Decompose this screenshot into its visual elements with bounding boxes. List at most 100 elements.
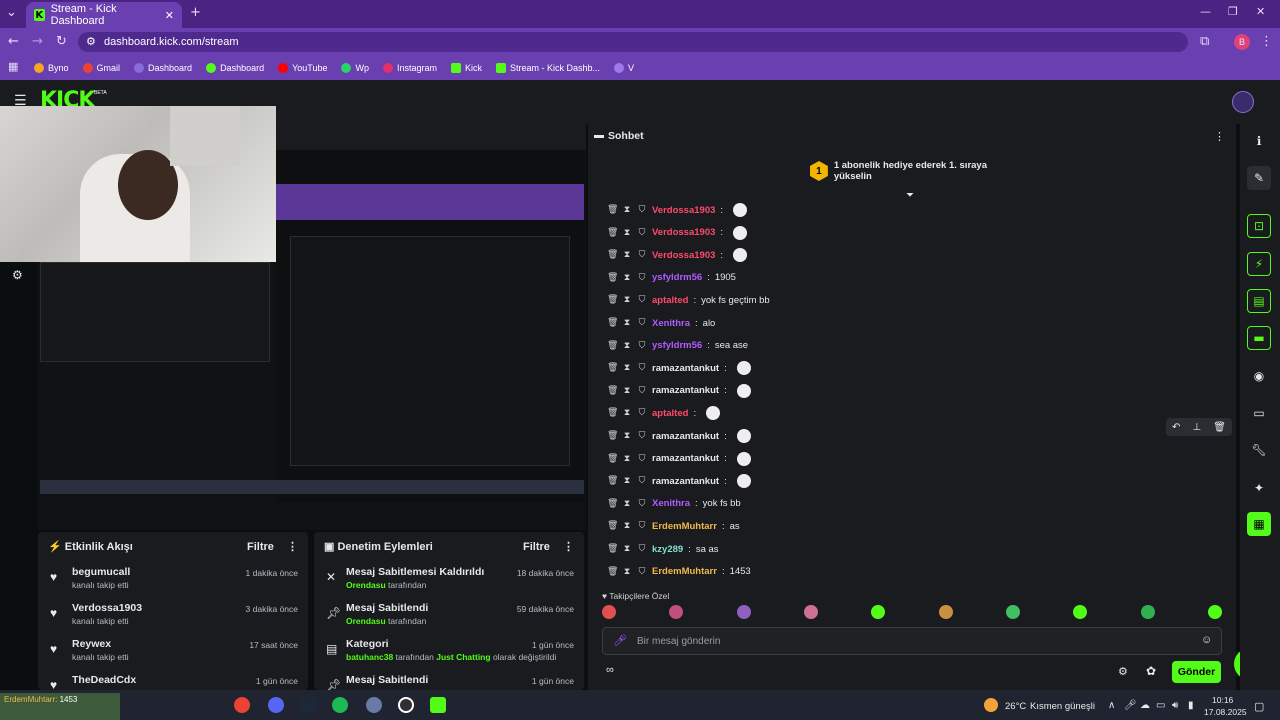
app-taskbar-icon[interactable] [366,697,382,713]
chat-username[interactable]: Xenithra [652,498,690,509]
notification-icon[interactable]: ▢ [1254,700,1264,713]
timeout-icon[interactable]: ⧗ [622,567,632,577]
ban-icon[interactable]: ⛉ [637,408,647,418]
timeout-icon[interactable]: ⧗ [622,205,632,215]
chat-message[interactable]: 🗑︎ ⧗ ⛉ Xenithra: alo [607,315,715,331]
pin-message-icon[interactable]: ⊥ [1192,422,1201,433]
chat-username[interactable]: Xenithra [652,318,690,329]
ban-icon[interactable]: ⛉ [637,295,647,305]
chat-message[interactable]: 🗑︎ ⧗ ⛉ ramazantankut: [607,360,751,376]
window-close-icon[interactable]: ✕ [1256,5,1265,18]
chat-username[interactable]: ramazantankut [652,385,719,396]
collapse-icon[interactable]: ⏷ [906,190,914,201]
chat-message[interactable]: 🗑︎ ⧗ ⛉ Verdossa1903: [607,225,748,241]
chat-username[interactable]: ErdemMuhtarr [652,521,717,532]
chat-more-icon[interactable]: ⋮ [1214,130,1225,143]
timeout-icon[interactable]: ⧗ [622,431,632,441]
minimize-icon[interactable]: — [1200,5,1211,18]
forward-icon[interactable]: → [32,34,43,49]
discord-taskbar-icon[interactable] [268,697,284,713]
infinity-icon[interactable]: ∞ [606,664,614,676]
emote[interactable] [602,605,616,619]
browser-tab[interactable]: K Stream - Kick Dashboard ✕ [26,2,182,28]
cloud-tray-icon[interactable]: ☁ [1140,700,1150,711]
chat-input[interactable]: 🎤︎ Bir mesaj gönderin ☺ [602,627,1222,655]
timeout-icon[interactable]: ⧗ [622,228,632,238]
delete-icon[interactable]: 🗑︎ [607,228,618,238]
ban-icon[interactable]: ⛉ [637,250,647,260]
timeout-icon[interactable]: ⧗ [622,341,632,351]
chat-username[interactable]: ramazantankut [652,453,719,464]
bookmark-youtube[interactable]: YouTube [278,63,327,73]
delete-icon[interactable]: 🗑︎ [607,454,618,464]
ban-icon[interactable]: ⛉ [637,476,647,486]
timeout-icon[interactable]: ⧗ [622,295,632,305]
mic-icon[interactable]: 🎤︎ [613,634,627,647]
chat-message[interactable]: 🗑︎ ⧗ ⛉ ramazantankut: [607,428,751,444]
bookmark-instagram[interactable]: Instagram [382,63,437,73]
site-info-icon[interactable]: ⚙ [86,35,96,48]
ban-icon[interactable]: ⛉ [637,318,647,328]
steam-taskbar-icon[interactable] [300,697,316,713]
timeout-icon[interactable]: ⧗ [622,386,632,396]
chat-username[interactable]: aptalted [652,408,688,419]
tab-search-icon[interactable]: ⌄ [6,5,17,20]
delete-icon[interactable]: 🗑︎ [607,250,618,260]
timeout-icon[interactable]: ⧗ [622,476,632,486]
chat-message[interactable]: 🗑︎ ⧗ ⛉ ramazantankut: [607,451,751,467]
broadcast-icon[interactable]: ◉ [1247,364,1271,388]
delete-icon[interactable]: 🗑︎ [607,499,618,509]
chat-username[interactable]: kzy289 [652,544,683,555]
delete-icon[interactable]: 🗑︎ [607,544,618,554]
delete-message-icon[interactable]: 🗑︎ [1213,422,1226,433]
layers-icon[interactable]: ▭ [1247,401,1271,425]
emote[interactable] [871,605,886,619]
delete-icon[interactable]: 🗑︎ [607,521,618,531]
timeout-icon[interactable]: ⧗ [622,318,632,328]
delete-icon[interactable]: 🗑︎ [607,476,618,486]
chat-message[interactable]: 🗑︎ ⧗ ⛉ aptalted: yok fs geçtim bb [607,292,770,308]
delete-icon[interactable]: 🗑︎ [607,341,618,351]
timeout-icon[interactable]: ⧗ [622,250,632,260]
chat-message[interactable]: 🗑︎ ⧗ ⛉ Verdossa1903: [607,247,748,263]
network-icon[interactable]: ▭ [1156,700,1165,711]
chat-message[interactable]: 🗑︎ ⧗ ⛉ ysfyldrm56:1905 [607,270,736,286]
chat-username[interactable]: ysfyldrm56 [652,272,702,283]
screenshot-icon[interactable]: ⊡ [1247,214,1271,238]
clapper-icon[interactable]: ▦ [1247,512,1271,536]
kick-taskbar-icon[interactable] [430,697,446,713]
chat-username[interactable]: Verdossa1903 [652,227,715,238]
bookmark-kick[interactable]: Kick [451,63,482,73]
timeout-icon[interactable]: ⧗ [622,273,632,283]
emote[interactable] [803,605,818,619]
apps-grid-icon[interactable]: ▦ [8,60,18,73]
info-icon[interactable]: ℹ [1247,129,1271,153]
delete-icon[interactable]: 🗑︎ [607,318,618,328]
emote[interactable] [938,605,953,619]
timeout-icon[interactable]: ⧗ [622,544,632,554]
timeout-icon[interactable]: ⧗ [622,499,632,509]
ban-icon[interactable]: ⛉ [637,499,647,509]
timeout-icon[interactable]: ⧗ [622,408,632,418]
ban-icon[interactable]: ⛉ [637,544,647,554]
bookmark-gmail[interactable]: Gmail [82,63,120,73]
address-bar[interactable]: ⚙ dashboard.kick.com/stream [78,32,1188,52]
gift-goal-banner[interactable]: 1 1 abonelik hediye ederek 1. sıraya yük… [810,160,1026,182]
reload-icon[interactable]: ↻ [56,34,67,49]
shapes-icon[interactable]: ✦ [1247,476,1271,500]
timeout-icon[interactable]: ⧗ [622,454,632,464]
send-button[interactable]: Gönder [1172,661,1221,683]
chat-username[interactable]: ysfyldrm56 [652,340,702,351]
chat-username[interactable]: ramazantankut [652,431,719,442]
chat-username[interactable]: aptalted [652,295,688,306]
close-tab-icon[interactable]: ✕ [165,9,174,22]
chat-username[interactable]: ramazantankut [652,476,719,487]
clock-time[interactable]: 10:16 [1212,695,1233,705]
mic-tray-icon[interactable]: 🎤︎ [1124,700,1137,711]
emote[interactable] [1005,605,1020,619]
ban-icon[interactable]: ⛉ [637,228,647,238]
chat-message[interactable]: 🗑︎ ⧗ ⛉ aptalted: [607,405,721,421]
extensions-icon[interactable]: ⧉ [1200,34,1209,49]
chat-username[interactable]: Verdossa1903 [652,250,715,261]
chat-message[interactable]: 🗑︎ ⧗ ⛉ kzy289: sa as [607,541,719,557]
